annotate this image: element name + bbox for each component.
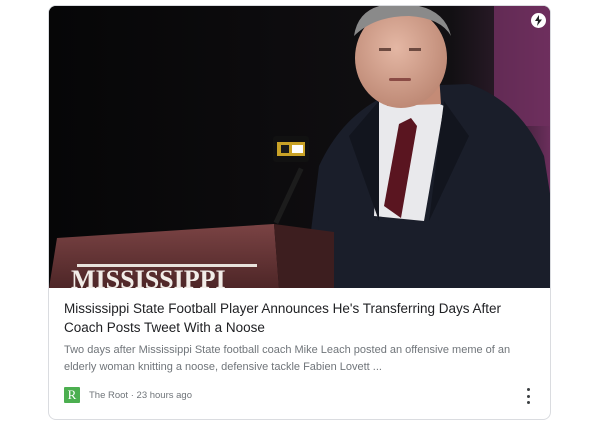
article-timestamp: 23 hours ago [136, 389, 192, 401]
article-footer: R The Root · 23 hours ago [64, 387, 192, 403]
source-meta: The Root · 23 hours ago [89, 390, 192, 401]
article-thumbnail[interactable]: MISSISSIPPI [49, 6, 550, 288]
news-card[interactable]: MISSISSIPPI Mississippi State Football P… [48, 5, 551, 420]
podium-text: MISSISSIPPI [71, 265, 226, 288]
thumbnail-photo: MISSISSIPPI [49, 6, 550, 288]
meta-separator: · [128, 389, 137, 401]
more-vert-icon[interactable] [524, 388, 532, 404]
lightning-bolt-icon [531, 13, 546, 28]
article-title[interactable]: Mississippi State Football Player Announ… [64, 299, 539, 337]
source-favicon: R [64, 387, 80, 403]
article-snippet: Two days after Mississippi State footbal… [64, 344, 511, 373]
source-name: The Root [89, 389, 129, 401]
